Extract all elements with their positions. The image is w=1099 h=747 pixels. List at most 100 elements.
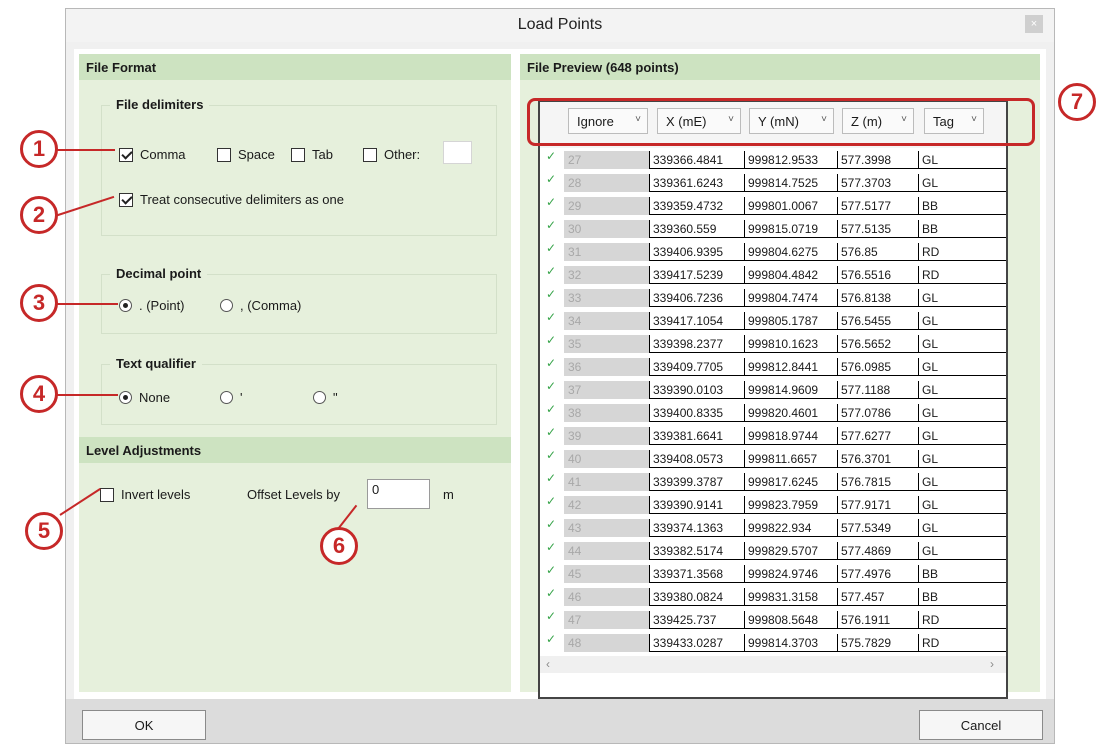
- table-row[interactable]: ✓ 38 339400.8335 999820.4601 577.0786 GL: [540, 402, 1006, 422]
- callout-1-badge: 1: [20, 130, 58, 168]
- table-row[interactable]: ✓ 46 339380.0824 999831.3158 577.457 BB: [540, 586, 1006, 606]
- row-index-cell: 36: [564, 358, 649, 376]
- tab-checkbox-box[interactable]: [291, 147, 305, 162]
- table-row[interactable]: ✓ 31 339406.9395 999804.6275 576.85 RD: [540, 241, 1006, 261]
- decimal-comma-radio-dot[interactable]: [220, 299, 233, 312]
- consecutive-checkbox-box[interactable]: [119, 192, 133, 207]
- tab-checkbox[interactable]: Tab: [291, 147, 333, 162]
- table-cell: 339417.1054: [649, 312, 744, 330]
- row-index-cell: 28: [564, 174, 649, 192]
- row-valid-check-icon: ✓: [546, 517, 557, 531]
- scroll-left-icon[interactable]: ‹: [546, 657, 550, 671]
- table-cell: 339398.2377: [649, 335, 744, 353]
- invert-levels-checkbox-box[interactable]: [100, 487, 114, 502]
- row-index-cell: 45: [564, 565, 649, 583]
- row-index-cell: 27: [564, 151, 649, 169]
- qualifier-none-radio[interactable]: None: [119, 390, 170, 405]
- qualifier-double-radio[interactable]: ": [313, 390, 338, 405]
- invert-levels-checkbox[interactable]: Invert levels: [100, 487, 190, 502]
- comma-checkbox[interactable]: Comma: [119, 147, 186, 162]
- qualifier-double-radio-dot[interactable]: [313, 391, 326, 404]
- table-row[interactable]: ✓ 29 339359.4732 999801.0067 577.5177 BB: [540, 195, 1006, 215]
- scroll-right-icon[interactable]: ›: [990, 657, 994, 671]
- callout-1-line: [55, 149, 115, 151]
- table-cell: 999804.4842: [744, 266, 837, 284]
- row-valid-check-icon: ✓: [546, 471, 557, 485]
- table-row[interactable]: ✓ 39 339381.6641 999818.9744 577.6277 GL: [540, 425, 1006, 445]
- row-index-cell: 37: [564, 381, 649, 399]
- table-row[interactable]: ✓ 37 339390.0103 999814.9609 577.1188 GL: [540, 379, 1006, 399]
- space-checkbox-box[interactable]: [217, 147, 231, 162]
- row-index-cell: 29: [564, 197, 649, 215]
- row-index-cell: 31: [564, 243, 649, 261]
- table-cell: GL: [918, 381, 1006, 399]
- other-label: Other:: [384, 147, 421, 162]
- table-row[interactable]: ✓ 30 339360.559 999815.0719 577.5135 BB: [540, 218, 1006, 238]
- qualifier-single-radio-dot[interactable]: [220, 391, 233, 404]
- table-cell: 339366.4841: [649, 151, 744, 169]
- qualifier-single-radio[interactable]: ': [220, 390, 242, 405]
- row-valid-check-icon: ✓: [546, 218, 557, 232]
- file-format-header: File Format: [79, 54, 511, 80]
- consecutive-delimiters-checkbox[interactable]: Treat consecutive delimiters as one: [119, 192, 344, 207]
- row-valid-check-icon: ✓: [546, 379, 557, 393]
- table-cell: 999805.1787: [744, 312, 837, 330]
- table-cell: 999820.4601: [744, 404, 837, 422]
- preview-grid[interactable]: Ignore ˅ X (mE) ˅ Y (mN) ˅ Z (m) ˅ Tag ˅ ✓ 27 3…: [538, 100, 1008, 699]
- table-cell: 577.4976: [837, 565, 918, 583]
- title-bar[interactable]: Load Points ×: [66, 9, 1054, 42]
- callout-2-badge: 2: [20, 196, 58, 234]
- table-cell: BB: [918, 588, 1006, 606]
- table-row[interactable]: ✓ 33 339406.7236 999804.7474 576.8138 GL: [540, 287, 1006, 307]
- table-row[interactable]: ✓ 35 339398.2377 999810.1623 576.5652 GL: [540, 333, 1006, 353]
- other-checkbox[interactable]: Other:: [363, 147, 420, 162]
- table-cell: 577.4869: [837, 542, 918, 560]
- right-pane: File Preview (648 points) Ignore ˅ X (mE)…: [520, 54, 1040, 699]
- table-row[interactable]: ✓ 34 339417.1054 999805.1787 576.5455 GL: [540, 310, 1006, 330]
- table-cell: 576.7815: [837, 473, 918, 491]
- horizontal-scrollbar[interactable]: ‹ ›: [540, 656, 1006, 673]
- row-valid-check-icon: ✓: [546, 149, 557, 163]
- table-cell: GL: [918, 335, 1006, 353]
- table-cell: 339406.7236: [649, 289, 744, 307]
- table-cell: GL: [918, 427, 1006, 445]
- level-adjustments-header: Level Adjustments: [79, 437, 511, 463]
- table-row[interactable]: ✓ 41 339399.3787 999817.6245 576.7815 GL: [540, 471, 1006, 491]
- ok-button[interactable]: OK: [82, 710, 206, 740]
- table-cell: 577.6277: [837, 427, 918, 445]
- table-cell: GL: [918, 542, 1006, 560]
- decimal-point-radio-dot[interactable]: [119, 299, 132, 312]
- decimal-comma-radio[interactable]: , (Comma): [220, 298, 301, 313]
- other-delimiter-input[interactable]: [443, 141, 472, 164]
- table-cell: RD: [918, 611, 1006, 629]
- table-cell: 576.8138: [837, 289, 918, 307]
- table-cell: 339390.9141: [649, 496, 744, 514]
- decimal-point-radio[interactable]: . (Point): [119, 298, 185, 313]
- callout-4-badge: 4: [20, 375, 58, 413]
- table-row[interactable]: ✓ 47 339425.737 999808.5648 576.1911 RD: [540, 609, 1006, 629]
- other-checkbox-box[interactable]: [363, 147, 377, 162]
- table-row[interactable]: ✓ 28 339361.6243 999814.7525 577.3703 GL: [540, 172, 1006, 192]
- table-cell: 999808.5648: [744, 611, 837, 629]
- table-cell: 999817.6245: [744, 473, 837, 491]
- text-qualifier-label: Text qualifier: [110, 356, 202, 371]
- table-row[interactable]: ✓ 45 339371.3568 999824.9746 577.4976 BB: [540, 563, 1006, 583]
- row-valid-check-icon: ✓: [546, 402, 557, 416]
- row-valid-check-icon: ✓: [546, 563, 557, 577]
- table-row[interactable]: ✓ 43 339374.1363 999822.934 577.5349 GL: [540, 517, 1006, 537]
- cancel-button[interactable]: Cancel: [919, 710, 1043, 740]
- comma-checkbox-box[interactable]: [119, 147, 133, 162]
- qualifier-none-radio-dot[interactable]: [119, 391, 132, 404]
- table-row[interactable]: ✓ 40 339408.0573 999811.6657 576.3701 GL: [540, 448, 1006, 468]
- close-icon[interactable]: ×: [1025, 15, 1043, 33]
- row-index-cell: 33: [564, 289, 649, 307]
- table-row[interactable]: ✓ 27 339366.4841 999812.9533 577.3998 GL: [540, 149, 1006, 169]
- offset-levels-input[interactable]: 0: [367, 479, 430, 509]
- table-row[interactable]: ✓ 36 339409.7705 999812.8441 576.0985 GL: [540, 356, 1006, 376]
- table-row[interactable]: ✓ 44 339382.5174 999829.5707 577.4869 GL: [540, 540, 1006, 560]
- table-row[interactable]: ✓ 42 339390.9141 999823.7959 577.9171 GL: [540, 494, 1006, 514]
- table-row[interactable]: ✓ 32 339417.5239 999804.4842 576.5516 RD: [540, 264, 1006, 284]
- table-row[interactable]: ✓ 48 339433.0287 999814.3703 575.7829 RD: [540, 632, 1006, 652]
- space-checkbox[interactable]: Space: [217, 147, 275, 162]
- row-valid-check-icon: ✓: [546, 333, 557, 347]
